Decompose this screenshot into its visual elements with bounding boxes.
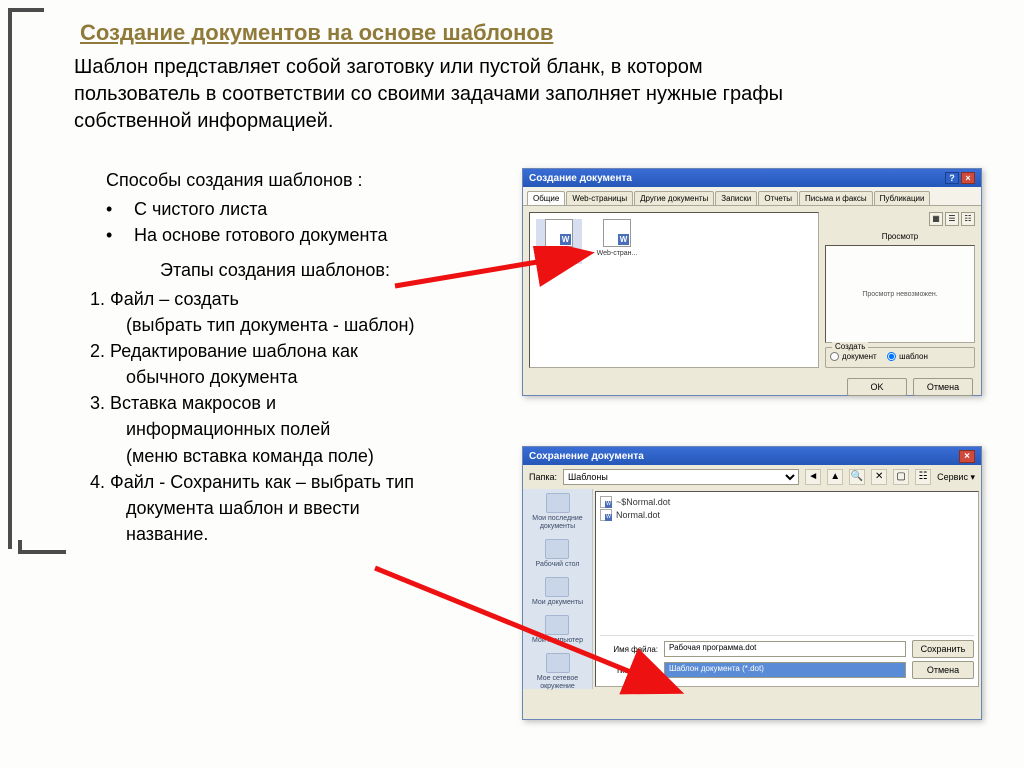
back-icon[interactable]: ◄ bbox=[805, 469, 821, 485]
method-item: На основе готового документа bbox=[106, 222, 388, 248]
tab-reports[interactable]: Отчеты bbox=[758, 191, 798, 205]
place-mycomputer[interactable]: Мой компьютер bbox=[532, 615, 583, 645]
word-doc-icon bbox=[545, 219, 573, 247]
step-3-sub2: (меню вставка команда поле) bbox=[90, 443, 520, 469]
search-icon[interactable]: 🔍 bbox=[849, 469, 865, 485]
dialog-title: Сохранение документа bbox=[529, 451, 644, 462]
step-4-sub: документа шаблон и ввести bbox=[90, 495, 520, 521]
new-folder-icon[interactable]: ▢ bbox=[893, 469, 909, 485]
methods-list: С чистого листа На основе готового докум… bbox=[106, 196, 388, 248]
view-mode-toolbar: ▦ ☰ ☷ bbox=[825, 212, 975, 226]
tab-web[interactable]: Web-страницы bbox=[566, 191, 633, 205]
save-button[interactable]: Сохранить bbox=[912, 640, 974, 658]
create-group: Создать документ шаблон bbox=[825, 347, 975, 368]
new-document-icon[interactable]: Новый документ bbox=[536, 219, 582, 264]
step-3-sub: информационных полей bbox=[90, 416, 520, 442]
views-icon[interactable]: ☷ bbox=[915, 469, 931, 485]
template-list[interactable]: Новый документ Web-стран... bbox=[529, 212, 819, 368]
save-as-dialog: Сохранение документа × Папка: Шаблоны ◄ … bbox=[522, 446, 982, 720]
details-icon[interactable]: ☷ bbox=[961, 212, 975, 226]
frame-corner bbox=[8, 8, 44, 44]
create-legend: Создать bbox=[832, 342, 868, 351]
cancel-button[interactable]: Отмена bbox=[912, 661, 974, 679]
mydocs-icon bbox=[545, 577, 569, 597]
network-icon bbox=[546, 653, 570, 673]
close-icon[interactable]: × bbox=[959, 450, 975, 463]
folder-label: Папка: bbox=[529, 472, 557, 482]
methods-heading: Способы создания шаблонов : bbox=[106, 170, 363, 191]
mycomputer-icon bbox=[545, 615, 569, 635]
icon-label: Web-стран... bbox=[594, 250, 640, 257]
step-2-sub: обычного документа bbox=[90, 364, 520, 390]
place-mydocs[interactable]: Мои документы bbox=[532, 577, 583, 607]
help-icon[interactable]: ? bbox=[945, 172, 959, 184]
up-icon[interactable]: ▲ bbox=[827, 469, 843, 485]
step-1: 1. Файл – создать bbox=[90, 286, 520, 312]
preview-label: Просмотр bbox=[825, 232, 975, 241]
recent-icon bbox=[546, 493, 570, 513]
step-1-sub: (выбрать тип документа - шаблон) bbox=[90, 312, 520, 338]
list-item[interactable]: ~$Normal.dot bbox=[600, 496, 974, 508]
intro-text: Шаблон представляет собой заготовку или … bbox=[74, 54, 814, 135]
step-2: 2. Редактирование шаблона как bbox=[90, 338, 520, 364]
cancel-button[interactable]: Отмена bbox=[913, 378, 973, 396]
filename-input[interactable]: Рабочая программа.dot bbox=[664, 641, 906, 657]
desktop-icon bbox=[545, 539, 569, 559]
filetype-label: Тип файла: bbox=[600, 666, 658, 675]
dialog-titlebar[interactable]: Сохранение документа × bbox=[523, 447, 981, 465]
tools-menu[interactable]: Сервис ▾ bbox=[937, 472, 975, 483]
file-area[interactable]: ~$Normal.dot Normal.dot Имя файла: Рабоч… bbox=[595, 491, 979, 687]
tab-other[interactable]: Другие документы bbox=[634, 191, 714, 205]
filetype-select[interactable]: Шаблон документа (*.dot) bbox=[664, 662, 906, 678]
steps-list: 1. Файл – создать (выбрать тип документа… bbox=[90, 286, 520, 547]
steps-heading: Этапы создания шаблонов: bbox=[160, 260, 390, 281]
list-icon[interactable]: ☰ bbox=[945, 212, 959, 226]
file-list: ~$Normal.dot Normal.dot bbox=[600, 496, 974, 635]
tab-letters[interactable]: Письма и факсы bbox=[799, 191, 873, 205]
frame-bottom bbox=[18, 540, 66, 554]
tab-publications[interactable]: Публикации bbox=[874, 191, 931, 205]
folder-select[interactable]: Шаблоны bbox=[563, 469, 799, 485]
new-document-dialog: Создание документа ? × Общие Web-страниц… bbox=[522, 168, 982, 396]
place-recent[interactable]: Мои последние документы bbox=[525, 493, 590, 531]
frame-left bbox=[8, 44, 12, 549]
list-item[interactable]: Normal.dot bbox=[600, 509, 974, 521]
dialog-title: Создание документа bbox=[529, 173, 632, 184]
large-icons-icon[interactable]: ▦ bbox=[929, 212, 943, 226]
place-desktop[interactable]: Рабочий стол bbox=[536, 539, 580, 569]
tab-general[interactable]: Общие bbox=[527, 191, 565, 205]
icon-label: Новый документ bbox=[536, 250, 582, 264]
filename-label: Имя файла: bbox=[600, 645, 658, 654]
dialog-titlebar[interactable]: Создание документа ? × bbox=[523, 169, 981, 187]
step-4: 4. Файл - Сохранить как – выбрать тип bbox=[90, 469, 520, 495]
step-4-sub2: название. bbox=[90, 521, 520, 547]
ok-button[interactable]: OK bbox=[847, 378, 907, 396]
template-file-icon bbox=[600, 496, 612, 508]
close-icon[interactable]: × bbox=[961, 172, 975, 184]
step-3: 3. Вставка макросов и bbox=[90, 390, 520, 416]
tab-memos[interactable]: Записки bbox=[715, 191, 757, 205]
places-bar: Мои последние документы Рабочий стол Мои… bbox=[523, 489, 593, 689]
radio-document[interactable]: документ bbox=[830, 352, 877, 361]
place-network[interactable]: Мое сетевое окружение bbox=[525, 653, 590, 691]
method-item: С чистого листа bbox=[106, 196, 388, 222]
web-page-icon[interactable]: Web-стран... bbox=[594, 219, 640, 257]
dialog-tabs: Общие Web-страницы Другие документы Запи… bbox=[523, 187, 981, 206]
preview-pane: Просмотр невозможен. bbox=[825, 245, 975, 343]
word-doc-icon bbox=[603, 219, 631, 247]
template-file-icon bbox=[600, 509, 612, 521]
delete-icon[interactable]: ✕ bbox=[871, 469, 887, 485]
radio-template[interactable]: шаблон bbox=[887, 352, 928, 361]
page-title: Создание документов на основе шаблонов bbox=[80, 20, 553, 46]
